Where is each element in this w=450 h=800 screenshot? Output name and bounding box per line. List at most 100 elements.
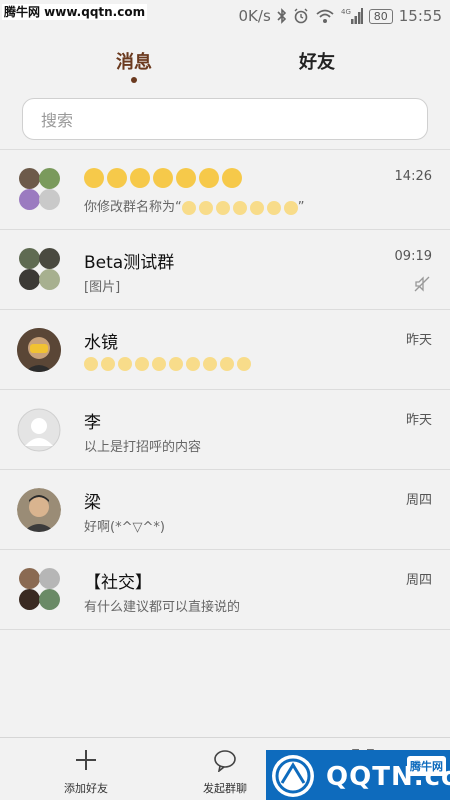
conversation-list: 你修改群名称为“ ” 14:26 Beta测试群 [图片] 09:19 水镜 昨… — [0, 150, 450, 630]
conversation-time: 14:26 — [394, 169, 432, 184]
emoji-icon — [107, 168, 127, 188]
member-avatar — [39, 248, 60, 269]
emoji-icon — [84, 168, 104, 188]
conversation-name: 李 — [84, 413, 101, 433]
emoji-icon — [169, 356, 183, 371]
conversation-item[interactable]: 李 以上是打招呼的内容 昨天 — [0, 390, 450, 470]
search-input[interactable]: 搜索 — [22, 98, 428, 140]
conversation-time: 09:19 — [394, 249, 432, 264]
preview-suffix: ” — [297, 200, 305, 215]
conversation-item[interactable]: 梁 好啊(*^▽^*) 周四 — [0, 470, 450, 550]
emoji-icon — [203, 356, 217, 371]
conversation-item[interactable]: 【社交】 有什么建议都可以直接说的 周四 — [0, 550, 450, 630]
emoji-preview — [84, 356, 251, 371]
emoji-icon — [84, 356, 98, 371]
plus-icon — [76, 750, 96, 770]
member-avatar — [39, 168, 60, 189]
tab-messages-label: 消息 — [116, 52, 152, 73]
emoji-icon — [199, 168, 219, 188]
conversation-name: 梁 — [84, 493, 101, 513]
active-tab-indicator — [131, 77, 137, 83]
network-speed: 0K/s — [238, 7, 271, 25]
avatar-image — [17, 328, 61, 372]
emoji-icon — [266, 200, 281, 215]
conversation-item[interactable]: Beta测试群 [图片] 09:19 — [0, 230, 450, 310]
emoji-preview — [181, 200, 298, 215]
emoji-icon — [153, 168, 173, 188]
logo-emblem-icon — [272, 755, 314, 797]
conversation-time: 昨天 — [405, 413, 432, 428]
member-avatar — [19, 248, 40, 269]
emoji-icon — [215, 200, 230, 215]
conversation-time: 周四 — [405, 573, 432, 588]
emoji-icon — [222, 168, 242, 188]
avatar-image — [17, 488, 61, 532]
clock: 15:55 — [398, 7, 442, 25]
emoji-icon — [181, 200, 196, 215]
start-group-chat-button[interactable]: 发起群聊 — [180, 738, 270, 800]
signal-icon: 4G — [341, 8, 363, 24]
search-bar: 搜索 — [0, 88, 450, 150]
emoji-icon — [152, 356, 166, 371]
search-placeholder: 搜索 — [41, 111, 74, 130]
conversation-item[interactable]: 水镜 昨天 — [0, 310, 450, 390]
conversation-preview — [84, 356, 251, 371]
member-avatar — [19, 168, 40, 189]
default-user-icon — [17, 408, 61, 452]
emoji-icon — [101, 356, 115, 371]
emoji-icon — [118, 356, 132, 371]
conversation-time: 周四 — [405, 493, 432, 508]
avatar — [17, 328, 61, 372]
alarm-icon — [294, 8, 308, 24]
bluetooth-icon — [277, 8, 286, 24]
group-avatar — [17, 248, 61, 292]
emoji-icon — [176, 168, 196, 188]
wifi-icon — [316, 9, 334, 23]
conversation-item[interactable]: 你修改群名称为“ ” 14:26 — [0, 150, 450, 230]
conversation-name: 【社交】 — [84, 573, 152, 593]
emoji-icon — [237, 356, 251, 371]
emoji-icon — [135, 356, 149, 371]
conversation-name: Beta测试群 — [84, 253, 175, 273]
emoji-icon — [186, 356, 200, 371]
conversation-preview: 有什么建议都可以直接说的 — [84, 600, 241, 615]
member-avatar — [19, 269, 40, 290]
tab-friends[interactable]: 好友 — [299, 48, 335, 74]
add-friend-label: 添加好友 — [64, 782, 108, 795]
status-bar: 腾牛网 www.qqtn.com 0K/s 4G 80 15:55 — [0, 0, 450, 32]
tab-messages[interactable]: 消息 — [116, 48, 152, 83]
emoji-icon — [283, 200, 298, 215]
conversation-name — [84, 168, 242, 188]
conversation-preview: 好啊(*^▽^*) — [84, 520, 165, 535]
group-avatar — [17, 568, 61, 612]
top-tabs: 消息 好友 — [0, 32, 450, 88]
logo-tag: 腾牛网 — [407, 756, 446, 776]
preview-prefix: 你修改群名称为“ — [84, 200, 182, 215]
member-avatar — [19, 568, 40, 589]
status-icons: 0K/s 4G 80 15:55 — [239, 5, 442, 27]
chat-bubble-icon — [214, 750, 236, 772]
battery-indicator: 80 — [368, 8, 393, 24]
emoji-group-name — [84, 168, 242, 188]
emoji-icon — [249, 200, 264, 215]
conversation-time: 昨天 — [405, 333, 432, 348]
conversation-preview: [图片] — [84, 280, 121, 295]
emoji-icon — [130, 168, 150, 188]
add-friend-button[interactable]: 添加好友 — [41, 738, 131, 800]
default-avatar — [17, 408, 61, 452]
conversation-name: 水镜 — [84, 333, 118, 353]
member-avatar — [39, 269, 60, 290]
emoji-icon — [232, 200, 247, 215]
member-avatar — [39, 189, 60, 210]
svg-text:4G: 4G — [341, 8, 351, 16]
start-group-chat-label: 发起群聊 — [203, 782, 247, 795]
tab-friends-label: 好友 — [299, 52, 335, 73]
member-avatar — [19, 589, 40, 610]
conversation-preview: 以上是打招呼的内容 — [84, 440, 202, 455]
watermark-logo: QQTN.com 腾牛网 — [266, 750, 450, 800]
conversation-preview: 你修改群名称为“ ” — [84, 196, 305, 215]
emoji-icon — [220, 356, 234, 371]
member-avatar — [19, 189, 40, 210]
group-avatar — [17, 168, 61, 212]
mute-icon — [414, 276, 430, 292]
